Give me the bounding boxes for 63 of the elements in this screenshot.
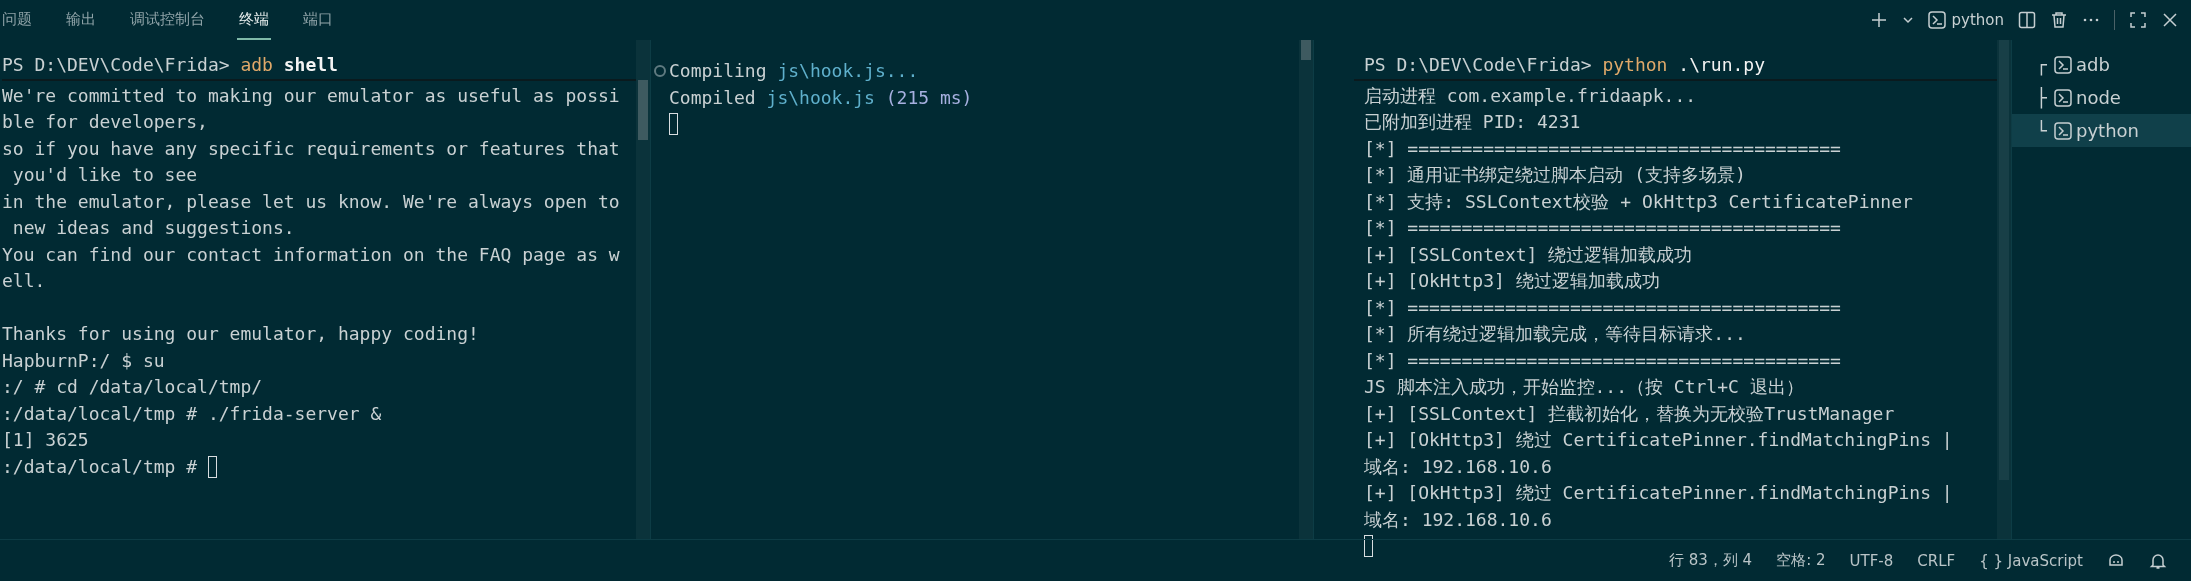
status-item[interactable]: { } JavaScript xyxy=(1979,551,2083,570)
add-icon[interactable] xyxy=(1869,11,1888,29)
terminal-line: [*] ======================================== xyxy=(1364,295,1841,320)
terminal-line: We're committed to making our emulator as useful as possi xyxy=(2,83,620,108)
maximize-icon[interactable] xyxy=(2129,11,2147,29)
terminal-line: 已附加到进程 PID: 4231 xyxy=(1364,110,1581,134)
terminal-list-item[interactable]: ┌ adb xyxy=(2012,48,2191,81)
trash-icon[interactable] xyxy=(2050,11,2068,29)
scrollbar[interactable] xyxy=(1299,40,1313,539)
terminal-line: 域名: 192.168.10.6 xyxy=(1364,507,1552,532)
terminal-line: [+] [OkHttp3] 绕过 CertificatePinner.findMatchingPins | xyxy=(1364,428,1953,452)
panel-tab[interactable]: 输出 xyxy=(64,0,98,40)
terminal-line: You can find our contact information on the FAQ page as w xyxy=(2,242,620,267)
terminal-line: JS 脚本注入成功，开始监控...（按 Ctrl+C 退出） xyxy=(1364,375,1804,399)
terminal-line: :/data/local/tmp # ./frida-server & xyxy=(2,401,382,426)
status-item[interactable]: CRLF xyxy=(1917,551,1956,570)
terminal-line: in the emulator, please let us know. We're always open to xyxy=(2,189,620,214)
terminal-line: Compiled js\hook.js (215 ms) xyxy=(669,85,973,110)
panel-tab[interactable]: 调试控制台 xyxy=(128,0,207,40)
panel-tab[interactable]: 问题 xyxy=(0,0,34,40)
terminal-line: ble for developers, xyxy=(2,110,208,134)
terminal-line: Thanks for using our emulator, happy coding! xyxy=(2,322,479,346)
terminal-line: Compiling js\hook.js... xyxy=(669,59,919,83)
terminal-line: :/ # cd /data/local/tmp/ xyxy=(2,375,263,399)
terminal-icon xyxy=(2054,121,2072,140)
terminal-line: new ideas and suggestions. xyxy=(11,216,295,240)
terminal-line: so if you have any specific requirements or features that xyxy=(2,136,620,161)
terminal-line: [*] 通用证书绑定绕过脚本启动 (支持多场景) xyxy=(1364,163,1746,187)
scrollbar[interactable] xyxy=(1997,40,2011,539)
terminal-line: HapburnP:/ $ su xyxy=(2,348,165,373)
terminal-line: PS D:\DEV\Code\Frida> adb shell xyxy=(2,53,338,77)
bell-icon[interactable] xyxy=(2149,551,2167,570)
split-icon[interactable] xyxy=(2018,11,2036,29)
terminal-line: [+] [SSLContext] 拦截初始化，替换为无校验TrustManager xyxy=(1364,401,1895,426)
terminal-line: [1] 3625 xyxy=(2,428,89,452)
terminal-line: [+] [SSLContext] 绕过逻辑加载成功 xyxy=(1364,242,1693,267)
terminal-line: [*] ======================================== xyxy=(1364,348,1841,373)
terminal-line: [*] 所有绕过逻辑加载完成，等待目标请求... xyxy=(1364,322,1746,346)
panel-tab[interactable]: 端口 xyxy=(301,0,335,40)
terminal-line: [*] ======================================== xyxy=(1364,136,1841,161)
terminal-line: [*] 支持: SSLContext校验 + OkHttp3 CertificatePinner xyxy=(1364,189,1913,214)
status-item[interactable]: UTF-8 xyxy=(1849,551,1894,570)
panel-tab[interactable]: 终端 xyxy=(237,0,271,40)
terminal-line: 域名: 192.168.10.6 xyxy=(1364,454,1552,479)
terminal-list-item[interactable]: ├ node xyxy=(2012,81,2191,114)
close-icon[interactable] xyxy=(2161,11,2179,29)
terminal-line: [+] [OkHttp3] 绕过逻辑加载成功 xyxy=(1364,269,1660,293)
status-item[interactable]: 行 83，列 4 xyxy=(1669,551,1753,570)
terminal-line: [+] [OkHttp3] 绕过 CertificatePinner.findMatchingPins | xyxy=(1364,481,1953,505)
terminal-icon xyxy=(2054,55,2072,74)
terminal-line: ell. xyxy=(2,269,46,293)
scrollbar[interactable] xyxy=(636,40,650,539)
terminal-icon xyxy=(1927,11,1946,29)
terminal-line: [*] ======================================== xyxy=(1364,216,1841,240)
terminal-dropdown[interactable]: python xyxy=(1927,11,2004,29)
circle-icon xyxy=(653,64,667,79)
terminal-line: you'd like to see xyxy=(11,163,198,187)
terminal-list-item[interactable]: └ python xyxy=(2012,114,2191,147)
terminal-line: :/data/local/tmp # xyxy=(2,454,199,479)
terminal-line: 启动进程 com.example.fridaapk... xyxy=(1364,83,1697,108)
status-item[interactable]: 空格: 2 xyxy=(1776,551,1826,570)
terminal-icon xyxy=(2054,88,2072,107)
terminal-line: PS D:\DEV\Code\Frida> python .\run.py xyxy=(1364,53,1765,77)
